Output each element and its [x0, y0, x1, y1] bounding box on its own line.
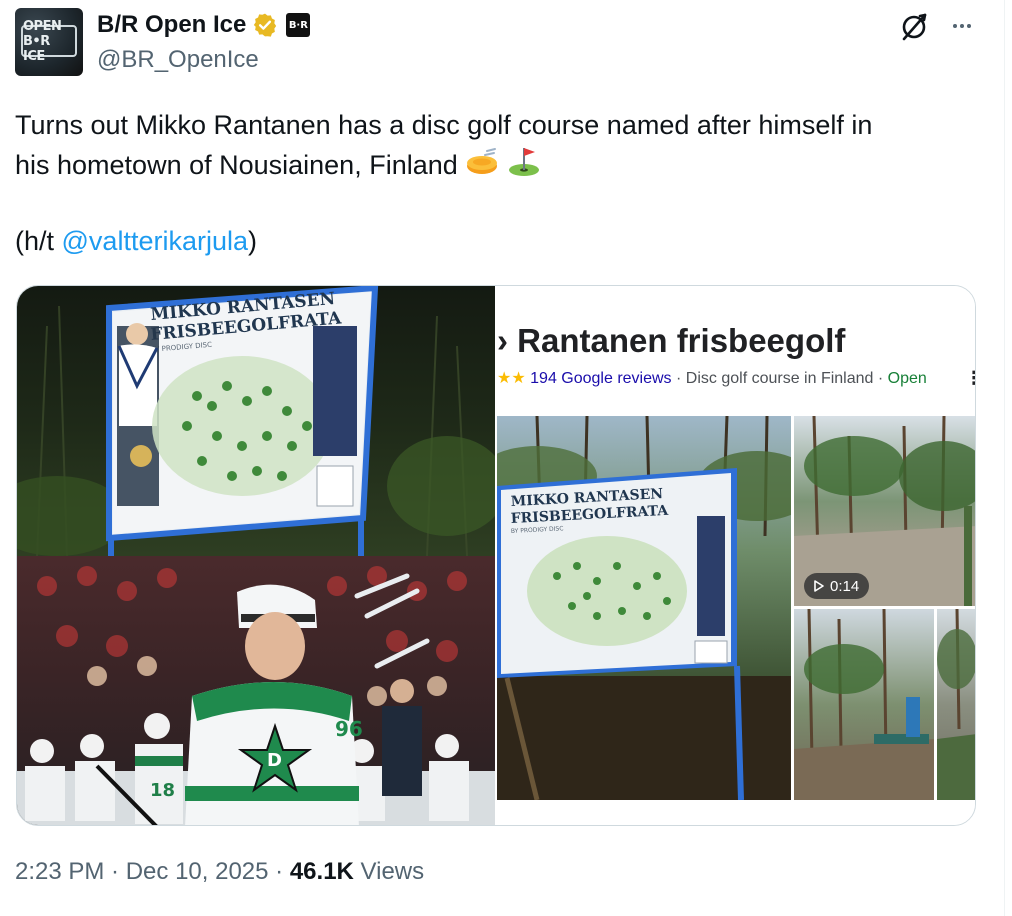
rating-stars-icon: ★★	[497, 370, 526, 387]
meta-separator: ·	[873, 370, 888, 387]
google-photo-extra-art	[937, 609, 975, 800]
google-photo-basket[interactable]	[794, 609, 934, 800]
tweet-text-line-2: his hometown of Nousiainen, Finland	[15, 150, 458, 180]
player-photo-art: 18 D 96	[17, 566, 495, 825]
meta-dot: ·	[268, 858, 290, 885]
media-grid: MIKKO RANTASEN FRISBEEGOLFRATA BY PRODIG…	[16, 285, 976, 826]
player-jersey-number: 96	[335, 717, 363, 741]
meta-separator: ·	[671, 370, 686, 387]
tweet-text: Turns out Mikko Rantanen has a disc golf…	[15, 106, 990, 185]
views-label: Views	[353, 858, 425, 885]
google-place-title: › Rantanen frisbeegolf	[497, 322, 845, 360]
player-photo[interactable]: 18 D 96	[17, 556, 495, 825]
views-count: 46.1K	[289, 858, 354, 885]
play-icon	[814, 580, 824, 592]
avatar-logo-text: OPEN B•R ICE	[23, 18, 62, 64]
author-name-row: B/R Open Ice B·R	[97, 10, 311, 40]
tweet-text-line-1: Turns out Mikko Rantanen has a disc golf…	[15, 110, 873, 140]
grok-icon[interactable]	[898, 10, 930, 42]
author-handle[interactable]: @BR_OpenIce	[97, 46, 259, 74]
tweet-date[interactable]: Dec 10, 2025	[126, 858, 269, 885]
google-photo-video[interactable]: 0:14	[794, 416, 975, 606]
google-kebab-icon[interactable]: ⋮	[965, 368, 975, 389]
more-dot	[960, 24, 964, 28]
flying-disc-emoji	[467, 148, 498, 174]
affiliate-badge[interactable]: B·R	[286, 13, 311, 37]
google-reviews-link[interactable]: 194 Google reviews	[530, 370, 671, 387]
author-display-name[interactable]: B/R Open Ice	[97, 11, 246, 39]
google-place-meta: ★★ 194 Google reviews · Disc golf course…	[497, 368, 927, 388]
google-title-prefix: ›	[497, 322, 508, 359]
verified-badge-icon[interactable]	[252, 12, 278, 38]
mention-link[interactable]: @valtterikarjula	[62, 226, 248, 256]
author-avatar[interactable]: OPEN B•R ICE	[15, 8, 83, 76]
more-dot	[967, 24, 971, 28]
timeline-divider	[1004, 0, 1005, 916]
google-photo-sign[interactable]: MIKKO RANTASEN FRISBEEGOLFRATA BY PRODIG…	[497, 416, 791, 800]
video-play-chip[interactable]: 0:14	[804, 573, 870, 599]
google-photo-sign-art: MIKKO RANTASEN FRISBEEGOLFRATA BY PRODIG…	[497, 416, 791, 800]
avatar-logo: OPEN B•R ICE	[21, 19, 77, 64]
google-result-screenshot[interactable]: › Rantanen frisbeegolf ★★ 194 Google rev…	[497, 286, 975, 825]
google-photo-extra[interactable]	[937, 609, 975, 800]
flag-in-hole-emoji	[508, 148, 539, 176]
tweet-time[interactable]: 2:23 PM	[15, 858, 104, 885]
more-icon[interactable]	[944, 10, 980, 42]
bench-jersey-number: 18	[150, 780, 175, 801]
hat-tip-prefix: (h/t	[15, 226, 62, 256]
meta-dot: ·	[104, 858, 126, 885]
sign-photo-art: MIKKO RANTASEN FRISBEEGOLFRATA BY PRODIG…	[17, 286, 495, 556]
hat-tip-line: (h/t @valtterikarjula)	[15, 226, 257, 257]
star-logo-letter: D	[267, 750, 282, 771]
open-status: Open	[887, 370, 927, 387]
google-title-text: Rantanen frisbeegolf	[517, 322, 846, 359]
place-category: Disc golf course in Finland	[685, 370, 874, 387]
tweet-line-2: his hometown of Nousiainen, Finland	[15, 145, 990, 185]
more-dot	[953, 24, 957, 28]
tweet-line-1: Turns out Mikko Rantanen has a disc golf…	[15, 106, 990, 145]
google-photo-basket-art	[794, 609, 934, 800]
tweet-meta: 2:23 PM · Dec 10, 2025 · 46.1K Views	[15, 858, 424, 886]
video-duration: 0:14	[830, 577, 860, 595]
sign-photo[interactable]: MIKKO RANTASEN FRISBEEGOLFRATA BY PRODIG…	[17, 286, 495, 556]
hat-tip-suffix: )	[247, 226, 257, 256]
